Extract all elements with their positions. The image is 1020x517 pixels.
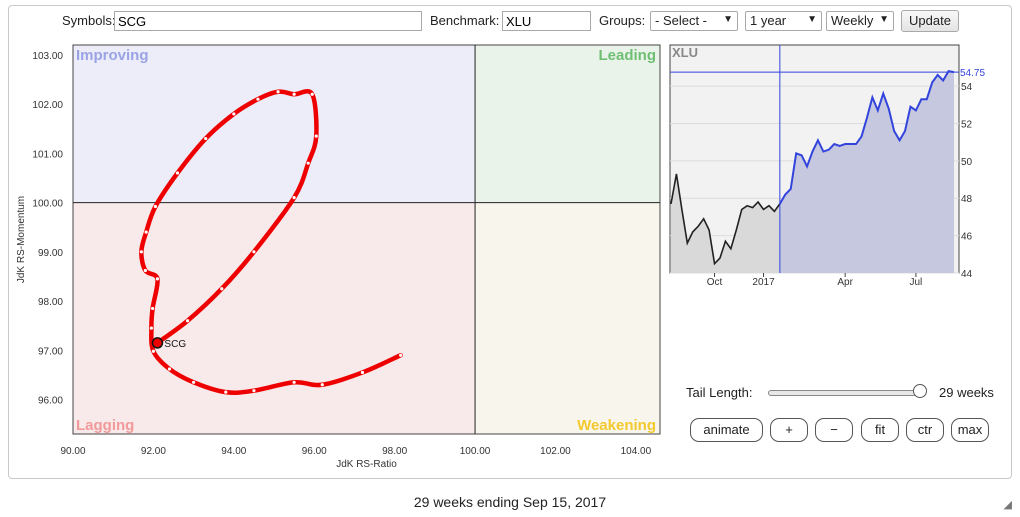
groups-select[interactable]: - Select - ▼ (650, 11, 738, 31)
fit-button[interactable]: fit (861, 418, 899, 442)
tail-length-value: 29 weeks (939, 385, 994, 400)
period-select-value: 1 year (750, 13, 787, 28)
tail-length-slider-handle[interactable] (913, 384, 927, 398)
rrg-panel (8, 5, 1012, 479)
frequency-select-value: Weekly (831, 13, 874, 28)
center-button[interactable]: ctr (906, 418, 944, 442)
dropdown-arrow-icon: ▼ (807, 14, 817, 25)
symbols-label: Symbols: (62, 13, 116, 28)
benchmark-input[interactable] (502, 11, 591, 31)
animate-button[interactable]: animate (690, 418, 763, 442)
symbols-input[interactable] (114, 11, 422, 31)
dropdown-arrow-icon: ▼ (723, 14, 733, 25)
frequency-select[interactable]: Weekly ▼ (826, 11, 894, 31)
zoom-out-button[interactable]: − (815, 418, 853, 442)
dropdown-arrow-icon: ▼ (879, 14, 889, 25)
groups-label: Groups: (599, 13, 646, 28)
tail-length-slider[interactable] (768, 390, 922, 396)
benchmark-label: Benchmark: (430, 13, 500, 28)
update-button[interactable]: Update (901, 10, 959, 32)
zoom-in-button[interactable]: + (770, 418, 808, 442)
tail-length-label: Tail Length: (686, 385, 753, 400)
max-button[interactable]: max (951, 418, 989, 442)
groups-select-value: - Select - (655, 13, 708, 28)
chart-caption: 29 weeks ending Sep 15, 2017 (413, 494, 607, 510)
period-select[interactable]: 1 year ▼ (745, 11, 822, 31)
